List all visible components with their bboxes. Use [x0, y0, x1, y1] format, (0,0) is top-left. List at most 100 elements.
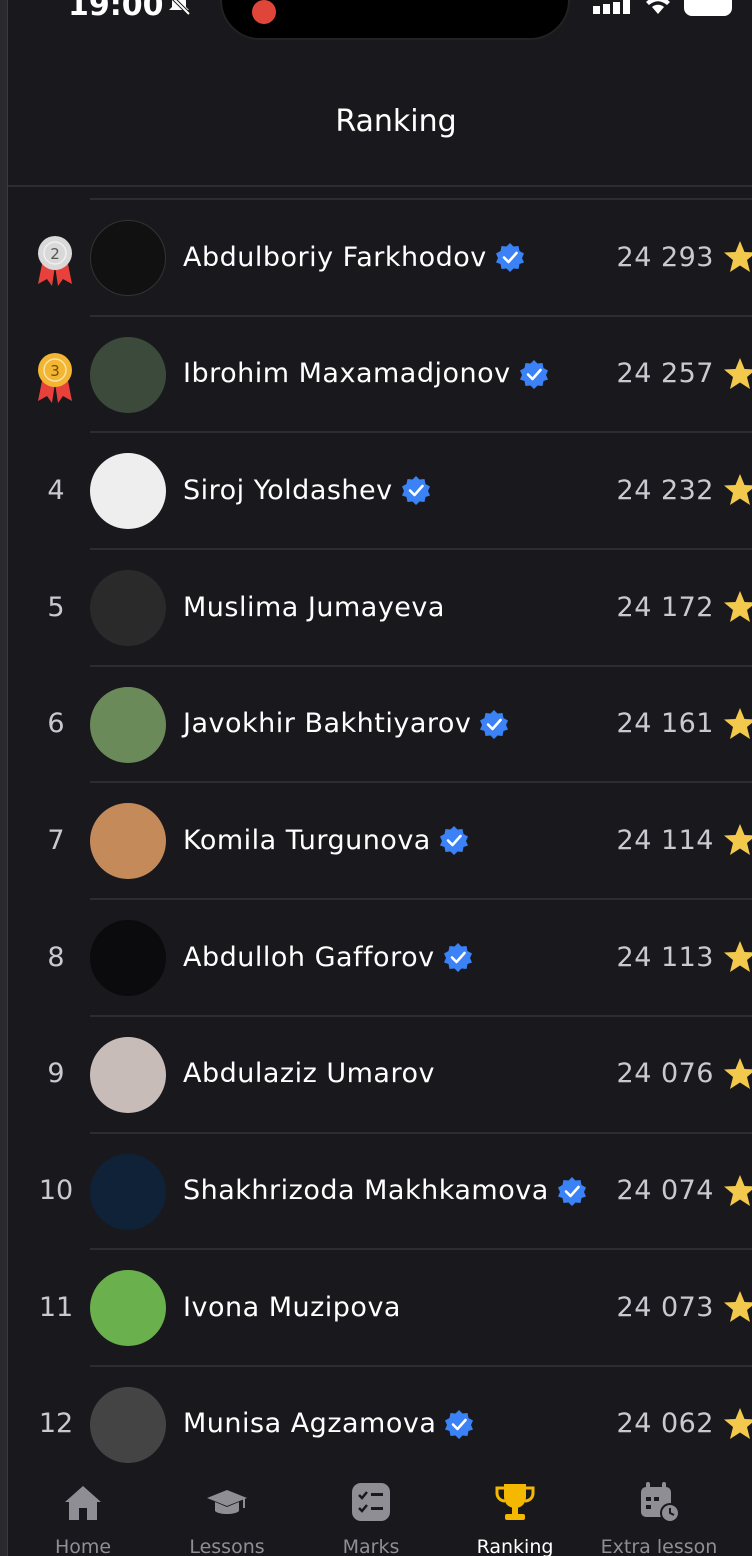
score: 24 076	[616, 1058, 714, 1090]
medal-number: 2	[50, 245, 60, 263]
rank-number: 5	[47, 591, 65, 623]
tab-extra-lesson[interactable]: Extra lesson	[584, 1468, 734, 1556]
ranking-row[interactable]: 4 Siroj Yoldashev 24 232	[8, 433, 752, 551]
ranking-row[interactable]: 7 Komila Turgunova 24 114	[8, 783, 752, 901]
verified-badge-icon	[495, 243, 524, 272]
avatar[interactable]	[90, 220, 166, 296]
name-container: Siroj Yoldashev	[183, 433, 431, 547]
tab-label: Marks	[342, 1536, 400, 1556]
rank-number: 7	[47, 824, 65, 856]
ranking-row[interactable]: 11 Ivona Muzipova 24 073	[8, 1250, 752, 1367]
avatar[interactable]	[90, 570, 166, 647]
rank-number: 8	[47, 941, 65, 973]
ranking-row[interactable]: 3 Ibrohim Maxamadjonov 24 257	[8, 317, 752, 434]
verified-badge-icon	[401, 476, 430, 506]
tab-label: Ranking	[476, 1536, 554, 1556]
recording-indicator-icon	[252, 0, 276, 24]
ranking-row[interactable]: 5 Muslima Jumayeva 24 172	[8, 550, 752, 667]
user-name: Shakhrizoda Makhkamova	[183, 1175, 549, 1206]
status-time: 19:00	[68, 0, 164, 23]
medal-3-icon: 3	[38, 352, 72, 403]
name-container: Abdulboriy Farkhodov	[183, 200, 525, 314]
rank-number: 4	[47, 474, 65, 506]
user-name: Abdulaziz Umarov	[183, 1058, 435, 1090]
rank-number: 9	[47, 1058, 65, 1090]
star-icon	[724, 941, 752, 973]
tab-label: Home	[54, 1536, 112, 1556]
score: 24 073	[616, 1291, 714, 1323]
user-name: Komila Turgunova	[183, 824, 431, 856]
wifi-icon	[646, 0, 670, 14]
avatar[interactable]	[90, 1036, 166, 1113]
avatar[interactable]	[90, 1153, 166, 1230]
score: 24 113	[616, 941, 714, 973]
avatar[interactable]	[90, 803, 166, 880]
ranking-row[interactable]: 2 Abdulboriy Farkhodov 24 293	[8, 200, 752, 317]
graduation-cap-icon	[207, 1490, 247, 1514]
avatar[interactable]	[90, 336, 166, 413]
avatar[interactable]	[90, 1386, 166, 1463]
ranking-row[interactable]: 6 Javokhir Bakhtiyarov 24 161	[8, 667, 752, 784]
ranking-row[interactable]: 10 Shakhrizoda Makhkamova 24 074	[8, 1134, 752, 1251]
verified-badge-icon	[445, 1409, 474, 1439]
verified-badge-icon	[557, 1176, 586, 1206]
avatar[interactable]	[90, 920, 166, 997]
user-name: Siroj Yoldashev	[183, 474, 393, 506]
tab-marks[interactable]: Marks	[296, 1468, 446, 1556]
tab-lessons[interactable]: Lessons	[152, 1468, 302, 1556]
rank-number: 6	[47, 708, 65, 740]
verified-badge-icon	[443, 943, 472, 973]
tab-home[interactable]: Home	[8, 1468, 158, 1556]
name-container: Ivona Muzipova	[183, 1250, 401, 1364]
score: 24 172	[616, 591, 714, 623]
user-name: Abdulboriy Farkhodov	[183, 241, 487, 273]
score: 24 293	[616, 241, 714, 273]
star-icon	[724, 1407, 752, 1439]
verified-badge-icon	[439, 826, 468, 856]
tab-bar: Home Lessons Marks Ranking Extra lesson	[8, 1468, 752, 1556]
star-icon	[724, 1174, 752, 1206]
tab-ranking[interactable]: Ranking	[440, 1468, 590, 1556]
score: 24 062	[616, 1408, 714, 1440]
dynamic-island	[220, 0, 570, 40]
calendar-clock-icon	[641, 1482, 680, 1523]
ranking-row[interactable]: 8 Abdulloh Gafforov 24 113	[8, 900, 752, 1017]
rank-number: 12	[38, 1408, 74, 1440]
tab-label: Lessons	[189, 1536, 265, 1556]
user-name: Muslima Jumayeva	[183, 591, 445, 623]
left-edge	[0, 0, 8, 1556]
star-icon	[724, 1057, 752, 1089]
home-icon	[65, 1486, 101, 1520]
ranking-row[interactable]: 12 Munisa Agzamova 24 062	[8, 1367, 752, 1484]
medal-number: 3	[50, 362, 60, 380]
ranking-list: 2 Abdulboriy Farkhodov 24 293 3 Ibrohim Ma…	[8, 200, 752, 1484]
page-title: Ranking	[335, 104, 457, 139]
header-divider	[8, 185, 752, 187]
star-icon	[724, 474, 752, 506]
star-icon	[724, 824, 752, 856]
star-icon	[724, 241, 752, 272]
bell-muted-icon	[169, 0, 191, 16]
name-container: Munisa Agzamova	[183, 1367, 474, 1481]
star-icon	[724, 1291, 752, 1323]
medal-2-icon: 2	[38, 236, 72, 286]
status-bar: 19:00	[8, 0, 752, 40]
rank-number: 11	[38, 1291, 74, 1323]
star-icon	[724, 591, 752, 623]
avatar[interactable]	[90, 686, 166, 763]
battery-icon	[684, 0, 732, 16]
user-name: Ivona Muzipova	[183, 1291, 401, 1323]
avatar[interactable]	[90, 453, 166, 530]
score: 24 114	[616, 824, 714, 856]
user-name: Abdulloh Gafforov	[183, 941, 435, 973]
ranking-row[interactable]: 9 Abdulaziz Umarov 24 076	[8, 1017, 752, 1134]
user-name: Ibrohim Maxamadjonov	[183, 358, 511, 390]
tab-label: Extra lesson	[600, 1536, 718, 1556]
score: 24 161	[616, 708, 714, 740]
name-container: Muslima Jumayeva	[183, 550, 445, 664]
cellular-signal-icon	[593, 0, 630, 14]
rank-number: 10	[38, 1175, 74, 1206]
verified-badge-icon	[480, 709, 509, 739]
avatar[interactable]	[90, 1270, 166, 1347]
star-icon	[724, 707, 752, 739]
